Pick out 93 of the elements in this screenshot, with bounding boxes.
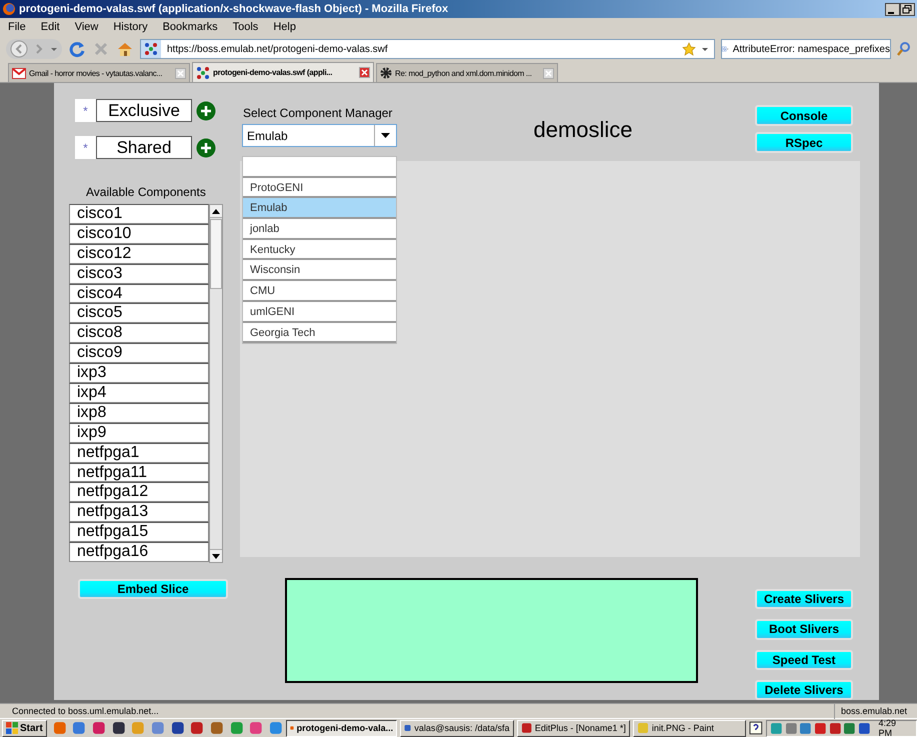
list-item[interactable]: cisco4 [69,284,209,304]
list-item[interactable]: netfpga13 [69,502,209,522]
menu-item[interactable]: File [6,21,28,33]
browser-tab[interactable]: Gmail - horror movies - vytautas.valanc... [8,63,190,82]
menu-item[interactable]: Bookmarks [160,21,220,33]
dropdown-label: Select Component Manager [243,106,394,120]
app-icon[interactable] [190,721,204,735]
scroll-thumb[interactable] [210,219,222,289]
list-item[interactable]: ixp3 [69,363,209,384]
browser-tab[interactable]: Re: mod_python and xml.dom.minidom ... [376,63,558,82]
component-manager-dropdown[interactable]: Emulab [242,124,397,147]
list-item[interactable]: cisco10 [69,224,209,244]
list-item[interactable]: netfpga12 [69,482,209,502]
dropdown-option[interactable]: Georgia Tech [243,322,396,344]
list-title: Available Components [86,185,207,199]
node-type-label: Shared [96,136,192,159]
app-icon[interactable] [112,721,126,735]
list-item[interactable]: ixp9 [69,422,209,443]
search-field[interactable]: AttributeError: namespace_prefixes [721,39,891,59]
back-icon[interactable] [10,40,28,58]
reload-icon[interactable] [68,40,86,58]
action-button[interactable]: Boot Slivers [755,619,853,640]
app-icon [636,722,649,734]
home-icon[interactable] [116,40,134,58]
tray-icon[interactable] [843,722,856,734]
taskbar-button[interactable]: init.PNG - Paint [632,720,746,736]
menu-item[interactable]: Edit [38,21,62,33]
search-icon[interactable] [897,41,911,57]
list-item[interactable]: cisco3 [69,264,209,284]
slice-name: demoslice [532,117,634,143]
status-text: Connected to boss.uml.emulab.net... [11,706,160,716]
help-icon[interactable] [749,721,763,735]
site-icon [196,66,210,80]
minimize-icon[interactable] [885,2,900,16]
list-item[interactable]: cisco8 [69,323,209,344]
menu-item[interactable]: Help [271,21,298,33]
browser-tab[interactable]: protogeni-demo-valas.swf (appli... [192,62,374,82]
start-button[interactable]: Start [2,720,47,736]
caret-icon[interactable] [381,133,390,138]
close-icon[interactable] [359,67,370,78]
toolbar-button[interactable]: Console [755,105,853,126]
list-item[interactable]: ixp8 [69,402,209,423]
tray-icon[interactable] [799,722,812,734]
add-icon[interactable] [196,100,216,120]
menu-item[interactable]: History [111,21,150,33]
site-icon [144,42,158,56]
clock: 4:29 PM [878,718,897,737]
menu-item[interactable]: Tools [230,21,260,33]
list-item[interactable]: cisco9 [69,343,209,364]
app-icon [404,722,412,734]
list-item[interactable]: netfpga15 [69,522,209,542]
tray-icon[interactable] [828,722,842,734]
tray-icon[interactable] [814,722,827,734]
list-item[interactable]: cisco12 [69,244,209,264]
scrollbar[interactable] [209,204,223,563]
embed-slice-button[interactable]: Embed Slice [78,579,228,599]
gear-icon [380,67,392,79]
action-button[interactable]: Speed Test [755,650,853,670]
list-item[interactable]: cisco1 [69,204,209,224]
scroll-up-icon[interactable] [212,208,220,214]
action-button[interactable]: Create Slivers [755,589,853,610]
window-title: protogeni-demo-valas.swf (application/x-shockwave-flash Object) - Mozilla Firefox [19,3,450,15]
add-icon[interactable] [196,138,216,158]
action-button[interactable]: Delete Slivers [755,680,853,700]
toolbar-button[interactable]: RSpec [755,132,853,153]
list-item[interactable]: netfpga16 [69,542,209,562]
address-bar[interactable]: https://boss.emulab.net/protogeni-demo-valas.swf [140,39,715,59]
windows-logo-icon [6,722,18,734]
required-mark: * [75,99,96,122]
list-item[interactable]: cisco5 [69,303,209,324]
dropdown-option[interactable]: ProtoGENI [243,178,396,198]
required-mark: * [75,136,96,159]
tray-icon[interactable] [770,722,783,734]
list-item[interactable]: netfpga1 [69,442,209,463]
taskbar-button[interactable]: protogeni-demo-vala... [286,720,398,736]
list-item[interactable]: netfpga11 [69,462,209,482]
close-icon[interactable] [543,68,554,78]
app-icon [520,722,532,734]
tray-icon[interactable] [784,722,798,734]
app-icon[interactable] [170,721,184,735]
taskbar-button[interactable]: EditPlus - [Noname1 *] [516,720,630,736]
scroll-down-icon[interactable] [212,554,220,558]
tray-icon[interactable] [858,722,870,734]
star-icon[interactable] [682,42,696,56]
mail-icon [12,68,26,78]
dropdown-option[interactable]: Emulab [243,198,396,220]
node-type-label: Exclusive [96,99,192,122]
restore-icon[interactable] [900,2,915,16]
taskbar-button[interactable]: valas@sausis: /data/sfa [400,720,514,736]
close-icon[interactable] [175,68,186,78]
menu-item[interactable]: View [72,21,100,33]
browser-icon [2,2,16,16]
list-item[interactable]: ixp4 [69,383,209,403]
